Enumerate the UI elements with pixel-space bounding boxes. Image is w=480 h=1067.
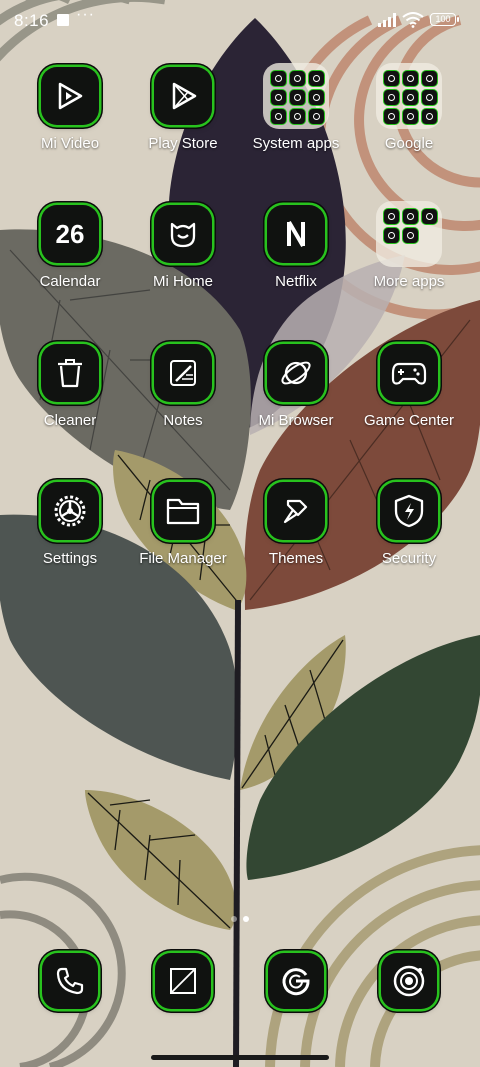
app-label: Security [381, 550, 437, 567]
app-security[interactable]: Security [353, 482, 465, 567]
app-themes[interactable]: Themes [240, 482, 352, 567]
app-label: Game Center [363, 412, 455, 429]
dock-google[interactable] [240, 953, 352, 1009]
app-label: Google [384, 135, 434, 152]
app-mi-browser[interactable]: Mi Browser [240, 344, 352, 429]
battery-icon: 100 [430, 13, 459, 26]
app-label: More apps [373, 273, 445, 290]
google-icon [268, 953, 324, 1009]
gear-icon [41, 482, 99, 540]
app-label: Mi Browser [258, 412, 334, 429]
app-label: Cleaner [43, 412, 97, 429]
app-label: Mi Home [152, 273, 213, 290]
messages-icon [155, 953, 211, 1009]
folder-more-apps[interactable]: More apps [353, 201, 465, 290]
gamepad-icon [380, 344, 438, 402]
app-label: System apps [252, 135, 340, 152]
planet-icon [267, 344, 325, 402]
camera-icon [381, 953, 437, 1009]
folder-google[interactable]: Google [353, 63, 465, 152]
app-mi-home[interactable]: Mi Home [127, 205, 239, 290]
wifi-icon [402, 12, 424, 28]
status-bar: 8:16 ··· 100 [0, 0, 480, 44]
app-file-manager[interactable]: File Manager [127, 482, 239, 567]
app-label: Calendar [39, 273, 101, 290]
netflix-icon [267, 205, 325, 263]
app-calendar[interactable]: 26 Calendar [14, 205, 126, 290]
calendar-icon: 26 [41, 205, 99, 263]
app-label: Settings [42, 550, 98, 567]
app-mi-video[interactable]: Mi Video [14, 67, 126, 152]
phone-icon [42, 953, 98, 1009]
folder-file-icon [154, 482, 212, 540]
page-dot [231, 916, 237, 922]
folder-icon [263, 63, 329, 129]
calendar-date: 26 [55, 218, 85, 249]
brush-icon [267, 482, 325, 540]
status-time: 8:16 [14, 11, 50, 30]
notes-icon [154, 344, 212, 402]
folder-icon [376, 201, 442, 267]
trash-icon [41, 344, 99, 402]
app-netflix[interactable]: Netflix [240, 205, 352, 290]
app-cleaner[interactable]: Cleaner [14, 344, 126, 429]
dock-messages[interactable] [127, 953, 239, 1009]
signal-icon [378, 13, 396, 27]
notification-icon [57, 14, 69, 26]
app-label: Mi Video [40, 135, 100, 152]
app-label: Play Store [148, 135, 218, 152]
app-label: File Manager [139, 550, 227, 567]
mi-video-icon [41, 67, 99, 125]
page-dot-active [243, 916, 249, 922]
page-indicator[interactable] [228, 909, 252, 927]
app-notes[interactable]: Notes [127, 344, 239, 429]
dock-camera[interactable] [353, 953, 465, 1009]
shield-icon [380, 482, 438, 540]
dock-phone[interactable] [14, 953, 126, 1009]
app-label: Netflix [275, 273, 317, 290]
gesture-bar[interactable] [151, 1055, 329, 1060]
app-settings[interactable]: Settings [14, 482, 126, 567]
app-label: Themes [268, 550, 324, 567]
app-game-center[interactable]: Game Center [353, 344, 465, 429]
app-play-store[interactable]: Play Store [127, 67, 239, 152]
folder-icon [376, 63, 442, 129]
more-notifications-icon: ··· [76, 6, 95, 23]
play-store-icon [154, 67, 212, 125]
app-label: Notes [163, 412, 203, 429]
mi-home-icon [154, 205, 212, 263]
folder-system-apps[interactable]: System apps [240, 63, 352, 152]
